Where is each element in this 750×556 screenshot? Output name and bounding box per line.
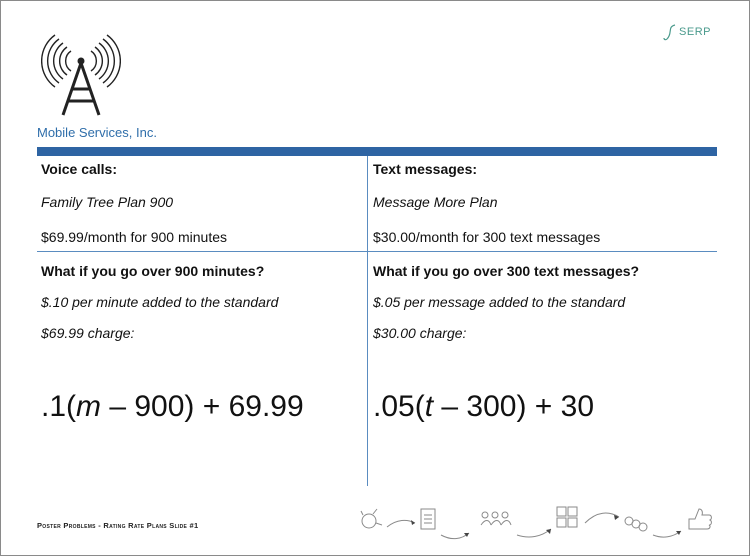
voice-plan-name: Family Tree Plan 900 bbox=[41, 194, 174, 210]
serp-logo-text: SERP bbox=[679, 26, 711, 38]
serp-logo-icon bbox=[663, 24, 676, 41]
voice-formula-suffix: – 900) + 69.99 bbox=[101, 390, 304, 423]
company-name: Mobile Services, Inc. bbox=[37, 125, 157, 140]
text-formula-variable: t bbox=[424, 390, 434, 423]
header-divider-bar bbox=[37, 147, 717, 156]
text-plan-name: Message More Plan bbox=[373, 194, 498, 210]
column-divider bbox=[367, 156, 368, 486]
footer-caption: Poster Problems - Rating Rate Plans Slid… bbox=[37, 521, 199, 530]
process-strip-icon bbox=[360, 506, 712, 540]
voice-note-line-1: $.10 per minute added to the standard bbox=[41, 294, 279, 310]
voice-price: $69.99/month for 900 minutes bbox=[41, 229, 228, 245]
text-note-line-1: $.05 per message added to the standard bbox=[373, 294, 626, 310]
text-heading: Text messages: bbox=[373, 161, 478, 177]
radio-tower-icon bbox=[41, 34, 121, 116]
row-divider bbox=[37, 251, 717, 252]
serp-logo: SERP bbox=[663, 23, 711, 41]
text-note-line-2: $30.00 charge: bbox=[373, 325, 467, 341]
text-question: What if you go over 300 text messages? bbox=[373, 263, 640, 279]
text-formula-prefix: .05( bbox=[373, 390, 425, 423]
text-formula: .05(t – 300) + 30 bbox=[373, 390, 594, 424]
voice-question: What if you go over 900 minutes? bbox=[41, 263, 265, 279]
text-formula-suffix: – 300) + 30 bbox=[433, 390, 595, 423]
voice-note-line-2: $69.99 charge: bbox=[41, 325, 135, 341]
comparison-grid: Voice calls: Family Tree Plan 900 $69.99… bbox=[37, 156, 717, 486]
voice-heading: Voice calls: bbox=[41, 161, 118, 177]
voice-formula-prefix: .1( bbox=[41, 390, 77, 423]
slide: Mobile Services, Inc. SERP Voice calls: … bbox=[0, 0, 750, 556]
text-price: $30.00/month for 300 text messages bbox=[373, 229, 601, 245]
voice-formula: .1(m – 900) + 69.99 bbox=[41, 390, 304, 424]
voice-formula-variable: m bbox=[76, 390, 102, 423]
